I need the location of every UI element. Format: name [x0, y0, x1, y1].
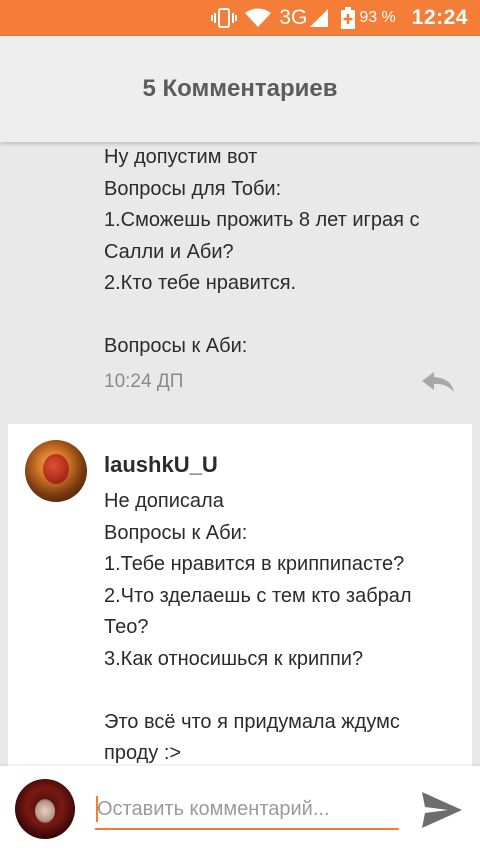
reply-icon[interactable]	[420, 370, 456, 399]
comment-list[interactable]: Ну допустим вот Вопросы для Тоби: 1.Смож…	[0, 142, 480, 766]
status-bar: 3G 93 % 12:24	[0, 0, 480, 36]
signal-icon	[309, 8, 329, 28]
clock: 12:24	[411, 6, 468, 29]
vibrate-icon	[211, 8, 238, 28]
comment-line: Ну допустим вот	[104, 146, 258, 168]
battery-percent: 93 %	[359, 9, 396, 26]
comment-line: 1.Тебе нравится в криппипасте?	[104, 553, 405, 575]
text-cursor	[96, 796, 98, 822]
comment-input[interactable]	[95, 790, 399, 830]
comment-line	[104, 300, 464, 332]
comment-compose-bar	[0, 766, 480, 854]
comment-line: 1.Сможешь прожить 8 лет играя с	[104, 209, 420, 231]
comment-line: Вопросы к Аби:	[104, 335, 248, 357]
send-icon[interactable]	[420, 788, 464, 832]
comment-line: Тео?	[104, 616, 149, 638]
page-title: 5 Комментариев	[142, 75, 338, 102]
comment-line	[104, 675, 464, 707]
comment-line: Вопросы к Аби:	[104, 521, 248, 544]
network-type: 3G	[279, 6, 308, 29]
current-user-avatar	[15, 779, 75, 839]
comment-text: Не дописала Вопросы к Аби: 1.Тебе нравит…	[104, 486, 464, 766]
comment-line: проду :>	[104, 742, 182, 764]
comment-card: laushkU_U Не дописала Вопросы к Аби: 1.Т…	[8, 424, 472, 766]
comment-line: 3.Как относишься к криппи?	[104, 647, 364, 670]
comment-line: Не дописала	[104, 490, 224, 512]
comment-username[interactable]: laushkU_U	[104, 452, 218, 478]
comments-header: 5 Комментариев	[0, 36, 480, 142]
comment-text: Ну допустим вот Вопросы для Тоби: 1.Смож…	[104, 142, 464, 363]
comment-timestamp: 10:24 ДП	[104, 371, 184, 392]
wifi-icon	[245, 8, 272, 28]
comment-line: Это всё что я придумала ждумс	[104, 710, 400, 733]
comment-line: 2.Кто тебе нравится.	[104, 272, 297, 294]
avatar[interactable]	[25, 440, 87, 502]
comment-line: Салли и Аби?	[104, 240, 234, 263]
battery-icon	[341, 7, 356, 29]
comment-line: 2.Что зделаешь с тем кто забрал	[104, 584, 412, 607]
comment-line: Вопросы для Тоби:	[104, 177, 282, 200]
